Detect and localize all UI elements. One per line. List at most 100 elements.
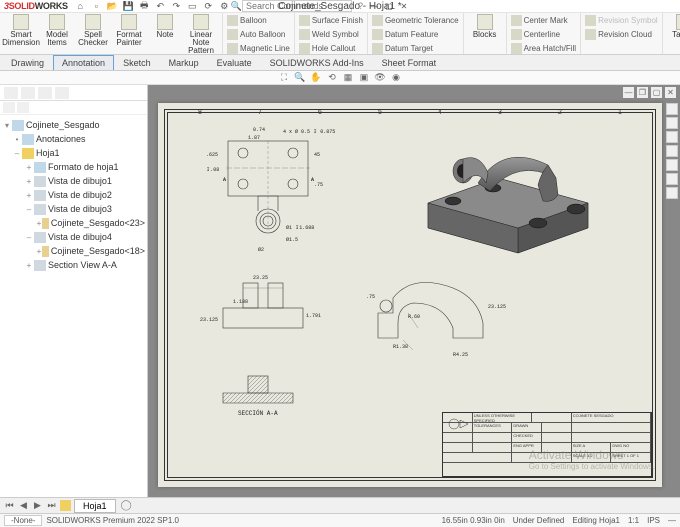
tree-node[interactable]: –Hoja1 (2, 146, 145, 160)
tree-node[interactable]: +Cojinete_Sesgado<23> (2, 216, 145, 230)
feature-tree-tab-icon[interactable] (4, 87, 18, 99)
linear-note-pattern-button[interactable]: LinearNote Pattern (184, 14, 218, 55)
display-style-icon[interactable]: ▣ (358, 72, 370, 84)
note-button[interactable]: Note (148, 14, 182, 55)
display-tab-icon[interactable] (55, 87, 69, 99)
select-icon[interactable]: ▭ (186, 1, 199, 12)
center-mark-button[interactable]: Center Mark (511, 14, 576, 27)
prev-sheet-button[interactable]: ◀ (18, 500, 29, 511)
redo-icon[interactable]: ↷ (170, 1, 183, 12)
tree-root[interactable]: ▾Cojinete_Sesgado (2, 118, 145, 132)
open-icon[interactable]: 📂 (106, 1, 119, 12)
tab-sheet-format[interactable]: Sheet Format (373, 55, 446, 70)
next-sheet-button[interactable]: ▶ (32, 500, 43, 511)
add-sheet-button[interactable]: ◯ (121, 500, 132, 511)
sheet-tab[interactable]: Hoja1 (74, 499, 116, 513)
properties-tab-icon[interactable] (666, 173, 678, 185)
tree-node[interactable]: +Formato de hoja1 (2, 160, 145, 174)
sheet-tabs: ⏮ ◀ ▶ ⏭ Hoja1 ◯ (0, 497, 680, 513)
rotate-icon[interactable]: ⟲ (326, 72, 338, 84)
zoom-fit-icon[interactable]: ⛶ (278, 72, 290, 84)
tree-node[interactable]: –Vista de dibujo4 (2, 230, 145, 244)
model-items-button[interactable]: ModelItems (40, 14, 74, 55)
sidebar-toolbar (0, 101, 147, 115)
view-toolbar: ⛶ 🔍 ✋ ⟲ ▦ ▣ 👁 ◉ (0, 71, 680, 85)
min-doc-icon[interactable]: — (623, 87, 634, 98)
datum-feature-button[interactable]: Datum Feature (372, 28, 459, 41)
search-icon: 🔍 (231, 1, 242, 12)
save-icon[interactable]: 💾 (122, 1, 135, 12)
tree-node[interactable]: +Vista de dibujo2 (2, 188, 145, 202)
resources-tab-icon[interactable] (666, 103, 678, 115)
svg-text:SECCIÓN A-A: SECCIÓN A-A (238, 410, 278, 417)
tree-node[interactable]: +Section View A-A (2, 258, 145, 272)
geometric-tolerance-button[interactable]: Geometric Tolerance (372, 14, 459, 27)
svg-text:23.125: 23.125 (200, 317, 218, 323)
tab-evaluate[interactable]: Evaluate (208, 55, 261, 70)
tab-sketch[interactable]: Sketch (114, 55, 160, 70)
zoom-area-icon[interactable]: 🔍 (294, 72, 306, 84)
svg-text:R1.38: R1.38 (393, 344, 408, 350)
home-icon[interactable]: ⌂ (74, 1, 87, 12)
property-tab-icon[interactable] (21, 87, 35, 99)
config-tab-icon[interactable] (38, 87, 52, 99)
appearances-tab-icon[interactable] (666, 159, 678, 171)
forum-tab-icon[interactable] (666, 187, 678, 199)
gear-icon[interactable]: ⚙ (218, 1, 231, 12)
last-sheet-button[interactable]: ⏭ (46, 500, 57, 511)
undo-icon[interactable]: ↶ (154, 1, 167, 12)
appearance-icon[interactable]: ◉ (390, 72, 402, 84)
revision-cloud-button[interactable]: Revision Cloud (585, 28, 658, 41)
smart-dimension-button[interactable]: SmartDimension (4, 14, 38, 55)
restore-doc-icon[interactable]: ❐ (637, 87, 648, 98)
close-doc-icon[interactable]: ✕ (665, 87, 676, 98)
main-area: ▾Cojinete_Sesgado •Anotaciones–Hoja1+For… (0, 85, 680, 497)
quick-access-toolbar: ⌂ ▫ 📂 💾 🖶 ↶ ↷ ▭ ⟳ ⚙ (74, 1, 231, 12)
tables-button[interactable]: Tables (667, 14, 680, 39)
new-icon[interactable]: ▫ (90, 1, 103, 12)
max-doc-icon[interactable]: ▢ (651, 87, 662, 98)
tree-node[interactable]: +Vista de dibujo1 (2, 174, 145, 188)
first-sheet-button[interactable]: ⏮ (4, 500, 15, 511)
format-painter-button[interactable]: FormatPainter (112, 14, 146, 55)
tab-markup[interactable]: Markup (160, 55, 208, 70)
feature-tree: ▾Cojinete_Sesgado •Anotaciones–Hoja1+For… (0, 115, 147, 497)
pan-icon[interactable]: ✋ (310, 72, 322, 84)
surface-finish-button[interactable]: Surface Finish (299, 14, 363, 27)
balloon-button[interactable]: Balloon (227, 14, 290, 27)
top-drawing-view: 0.74 1.87 4 x Ø 0.5 ↧ 0.875 .625 ↧.08 A … (198, 121, 338, 261)
tab-annotation[interactable]: Annotation (53, 55, 114, 70)
area-hatch/fill-button[interactable]: Area Hatch/Fill (511, 42, 576, 55)
tab-drawing[interactable]: Drawing (2, 55, 53, 70)
filter-icon[interactable] (3, 102, 15, 113)
tree-node[interactable]: –Vista de dibujo3 (2, 202, 145, 216)
svg-text:Ø1 ↧1.688: Ø1 ↧1.688 (286, 224, 314, 231)
centerline-button[interactable]: Centerline (511, 28, 576, 41)
rebuild-icon[interactable]: ⟳ (202, 1, 215, 12)
expand-icon[interactable] (17, 102, 29, 113)
revision-symbol-button[interactable]: Revision Symbol (585, 14, 658, 27)
print-icon[interactable]: 🖶 (138, 1, 151, 12)
svg-text:Ø2: Ø2 (258, 246, 264, 253)
blocks-button[interactable]: Blocks (468, 14, 502, 39)
weld-symbol-button[interactable]: Weld Symbol (299, 28, 363, 41)
feature-tree-sidebar: ▾Cojinete_Sesgado •Anotaciones–Hoja1+For… (0, 85, 148, 497)
tree-node[interactable]: +Cojinete_Sesgado<18> (2, 244, 145, 258)
svg-text:Ø1.5: Ø1.5 (286, 236, 298, 243)
tree-node[interactable]: •Anotaciones (2, 132, 145, 146)
ribbon: SmartDimensionModelItemsSpellCheckerForm… (0, 13, 680, 55)
section-icon[interactable]: ▦ (342, 72, 354, 84)
hide-show-icon[interactable]: 👁 (374, 72, 386, 84)
view-palette-tab-icon[interactable] (666, 145, 678, 157)
svg-text:0.74: 0.74 (253, 127, 265, 133)
magnetic-line-button[interactable]: Magnetic Line (227, 42, 290, 55)
command-tabs: DrawingAnnotationSketchMarkupEvaluateSOL… (0, 55, 680, 71)
tab-solidworks-add-ins[interactable]: SOLIDWORKS Add-Ins (261, 55, 373, 70)
spell-checker-button[interactable]: SpellChecker (76, 14, 110, 55)
design-lib-tab-icon[interactable] (666, 117, 678, 129)
datum-target-button[interactable]: Datum Target (372, 42, 459, 55)
auto-balloon-button[interactable]: Auto Balloon (227, 28, 290, 41)
file-explorer-tab-icon[interactable] (666, 131, 678, 143)
drawing-canvas[interactable]: — ❐ ▢ ✕ 87654321 (148, 85, 680, 497)
hole-callout-button[interactable]: Hole Callout (299, 42, 363, 55)
